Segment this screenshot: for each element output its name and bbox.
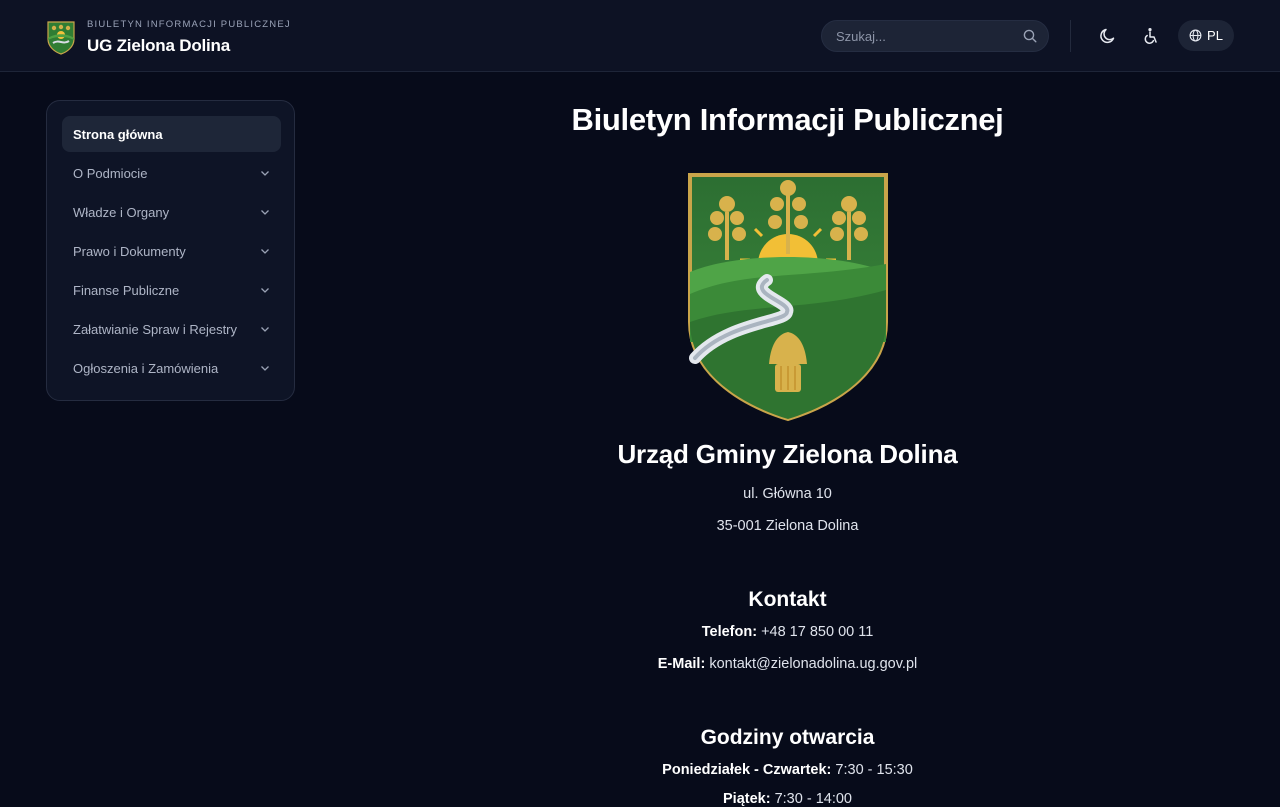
- dark-mode-button[interactable]: [1097, 25, 1119, 47]
- sidebar-item-sprawy[interactable]: Załatwianie Spraw i Rejestry: [62, 311, 281, 347]
- email-label: E-Mail:: [657, 656, 706, 672]
- accessibility-icon: [1144, 28, 1157, 44]
- chevron-down-icon: [261, 366, 269, 371]
- sidebar-item-ogloszenia[interactable]: Ogłoszenia i Zamówienia: [62, 350, 281, 386]
- sidebar-item-o-podmiocie[interactable]: O Podmiocie: [62, 155, 281, 191]
- contact-email: E-Mail: kontakt@zielonadolina.ug.gov.pl: [295, 656, 1280, 672]
- crest-logo-icon: [47, 20, 75, 55]
- sidebar-item-label: Strona główna: [73, 126, 163, 142]
- hours-row-1-label: Poniedziałek - Czwartek:: [662, 762, 832, 778]
- hours-row-2: Piątek: 7:30 - 14:00: [295, 791, 1280, 807]
- language-switcher[interactable]: PL: [1178, 20, 1234, 51]
- hours-heading: Godziny otwarcia: [700, 726, 875, 749]
- email-value[interactable]: kontakt@zielonadolina.ug.gov.pl: [709, 656, 917, 672]
- sidebar-item-wladze[interactable]: Władze i Organy: [62, 194, 281, 230]
- sidebar-item-label: O Podmiocie: [73, 165, 148, 181]
- phone-value[interactable]: +48 17 850 00 11: [761, 624, 873, 640]
- chevron-down-icon: [261, 171, 269, 176]
- sidebar-item-label: Prawo i Dokumenty: [73, 243, 186, 259]
- contact-heading: Kontakt: [748, 588, 827, 611]
- address-line-2: 35-001 Zielona Dolina: [716, 518, 859, 534]
- search-box: [821, 20, 1049, 52]
- brand[interactable]: BIULETYN INFORMACJI PUBLICZNEJ UG Zielon…: [47, 19, 291, 56]
- chevron-down-icon: [261, 327, 269, 332]
- coat-of-arms-image: [688, 173, 888, 422]
- sidebar-item-label: Finanse Publiczne: [73, 282, 180, 298]
- sidebar-item-label: Ogłoszenia i Zamówienia: [73, 360, 219, 376]
- phone-label: Telefon:: [701, 624, 758, 640]
- chevron-down-icon: [261, 210, 269, 215]
- language-label: PL: [1207, 28, 1223, 43]
- chevron-down-icon: [261, 288, 269, 293]
- brand-subtitle: BIULETYN INFORMACJI PUBLICZNEJ: [87, 19, 291, 30]
- page-title: Biuletyn Informacji Publicznej: [571, 102, 1004, 137]
- sidebar-item-label: Władze i Organy: [73, 204, 170, 220]
- sidebar-item-finanse[interactable]: Finanse Publiczne: [62, 272, 281, 308]
- brand-title: UG Zielona Dolina: [87, 36, 231, 55]
- search-input[interactable]: [836, 21, 1016, 51]
- sidebar-nav: Strona główna O Podmiocie Władze i Organ…: [46, 100, 295, 401]
- hours-row-2-value: 7:30 - 14:00: [774, 791, 852, 807]
- hours-row-1-value: 7:30 - 15:30: [835, 762, 913, 778]
- hours-row-2-label: Piątek:: [723, 791, 771, 807]
- hours-row-1: Poniedziałek - Czwartek: 7:30 - 15:30: [295, 762, 1280, 778]
- sidebar-item-prawo[interactable]: Prawo i Dokumenty: [62, 233, 281, 269]
- top-bar: BIULETYN INFORMACJI PUBLICZNEJ UG Zielon…: [0, 0, 1280, 72]
- accessibility-button[interactable]: [1140, 25, 1162, 47]
- sidebar-item-label: Załatwianie Spraw i Rejestry: [73, 321, 238, 337]
- search-icon[interactable]: [1023, 29, 1037, 43]
- contact-phone: Telefon: +48 17 850 00 11: [295, 624, 1280, 640]
- chevron-down-icon: [261, 249, 269, 254]
- office-name: Urząd Gminy Zielona Dolina: [617, 439, 958, 469]
- address-line-1: ul. Główna 10: [743, 486, 832, 502]
- globe-icon: [1189, 29, 1202, 42]
- moon-icon: [1100, 28, 1115, 44]
- header-divider: [1070, 20, 1071, 52]
- sidebar-item-home[interactable]: Strona główna: [62, 116, 281, 152]
